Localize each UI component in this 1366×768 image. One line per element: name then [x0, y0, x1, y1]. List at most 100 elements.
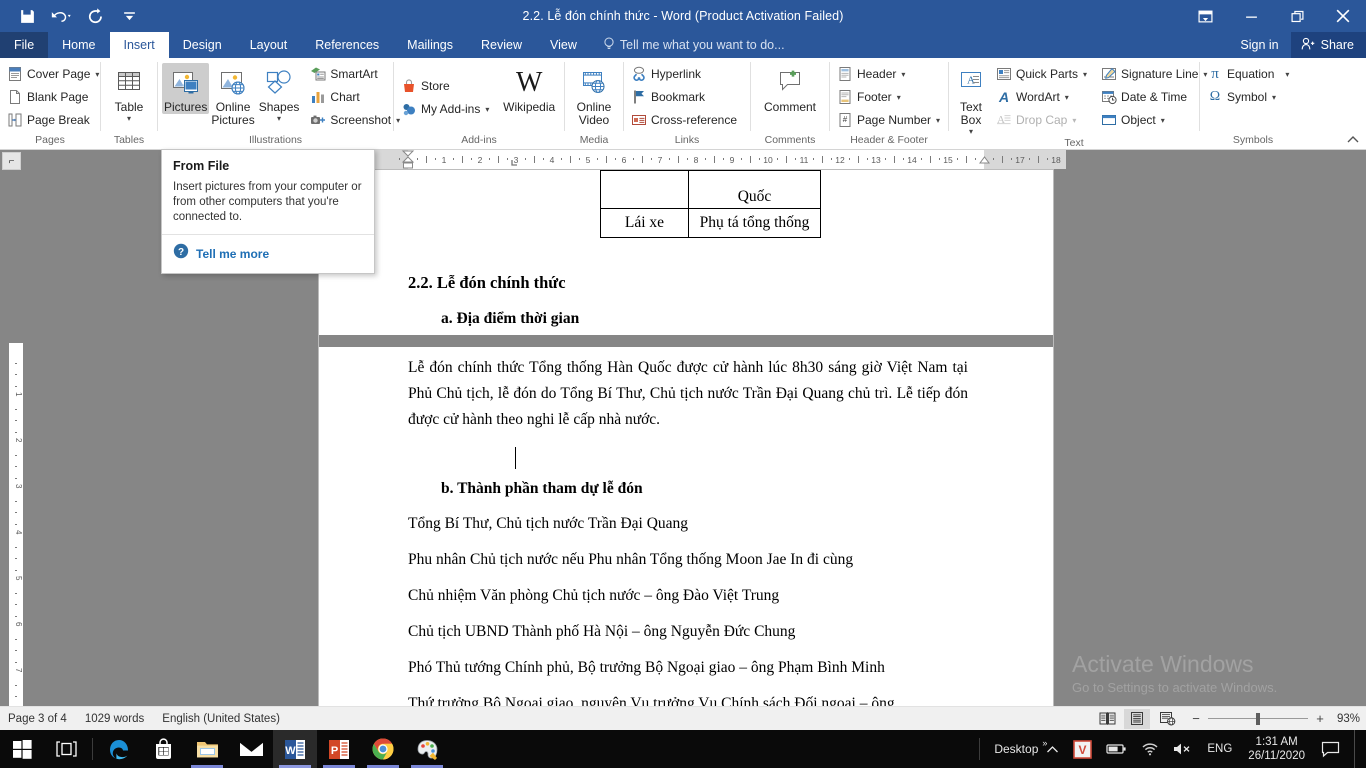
tab-review[interactable]: Review [467, 32, 536, 58]
header-label: Header [857, 67, 897, 81]
print-layout-view-icon[interactable] [1124, 708, 1150, 729]
footer-button[interactable]: Footer ▾ [834, 86, 945, 108]
status-page-indicator[interactable]: Page 3 of 4 [8, 713, 67, 725]
language-indicator[interactable]: ENG [1201, 730, 1238, 768]
my-add-ins-button[interactable]: My Add-ins ▾ [398, 98, 494, 120]
desktop-toolbar-label[interactable]: Desktop » [986, 738, 1047, 756]
online-pictures-button[interactable]: Online Pictures [209, 63, 256, 127]
customize-qat-icon[interactable] [112, 2, 146, 30]
drop-cap-button[interactable]: A Drop Cap ▾ [993, 109, 1092, 131]
chart-button[interactable]: Chart [307, 86, 405, 108]
bookmark-button[interactable]: Bookmark [628, 86, 742, 108]
battery-tray-icon[interactable] [1100, 730, 1133, 768]
tab-references[interactable]: References [301, 32, 393, 58]
cover-page-button[interactable]: Cover Page ▾ [4, 63, 104, 85]
lightbulb-icon [603, 37, 615, 54]
tab-view[interactable]: View [536, 32, 591, 58]
tab-home[interactable]: Home [48, 32, 109, 58]
desktop-overflow-chevron-icon[interactable]: » [1042, 738, 1047, 748]
status-word-count[interactable]: 1029 words [85, 713, 144, 725]
hyperlink-button[interactable]: Hyperlink [628, 63, 742, 85]
wordart-button[interactable]: A WordArt ▾ [993, 86, 1092, 108]
unikey-tray-icon[interactable]: V [1067, 730, 1098, 768]
mail-taskbar-icon[interactable] [229, 730, 273, 768]
sign-in-button[interactable]: Sign in [1228, 32, 1290, 58]
ribbon-display-options-icon[interactable] [1182, 0, 1228, 32]
web-layout-view-icon[interactable] [1154, 709, 1180, 729]
status-language[interactable]: English (United States) [162, 713, 280, 725]
comment-button[interactable]: Comment [757, 63, 823, 114]
zoom-slider[interactable]: − + [1190, 711, 1326, 726]
network-tray-icon[interactable] [1135, 730, 1165, 768]
tab-design[interactable]: Design [169, 32, 236, 58]
task-view-button[interactable] [44, 730, 88, 768]
wikipedia-button[interactable]: W Wikipedia [498, 63, 560, 114]
minimize-icon[interactable] [1228, 0, 1274, 32]
table-cell: Lái xe [600, 208, 689, 238]
online-video-button[interactable]: Online Video [569, 63, 619, 127]
horizontal-ruler[interactable]: 1 2 3 4 5 6 7 8 9 10 11 12 13 14 15 17 18 [372, 150, 1066, 169]
document-table[interactable]: Quốc Lái xe Phụ tá tổng thống [600, 170, 821, 238]
tell-me-search[interactable]: Tell me what you want to do... [591, 32, 797, 58]
zoom-out-button[interactable]: − [1190, 711, 1202, 726]
save-icon[interactable] [10, 2, 44, 30]
store-taskbar-icon[interactable] [141, 730, 185, 768]
store-button[interactable]: Store [398, 75, 494, 97]
close-icon[interactable] [1320, 0, 1366, 32]
cross-reference-button[interactable]: Cross-reference [628, 109, 742, 131]
date-time-button[interactable]: Date & Time [1098, 86, 1212, 108]
volume-muted-tray-icon[interactable] [1167, 730, 1199, 768]
document-page[interactable]: Quốc Lái xe Phụ tá tổng thống 2.2. Lễ đó… [319, 170, 1053, 706]
signature-line-button[interactable]: Signature Line ▾ [1098, 63, 1212, 85]
text-box-button[interactable]: A Text Box ▾ [953, 63, 989, 136]
zoom-in-button[interactable]: + [1314, 711, 1326, 726]
document-list-item: Chủ tịch UBND Thành phố Hà Nội – ông Ngu… [408, 623, 796, 640]
screenshot-button[interactable]: Screenshot ▾ [307, 109, 405, 131]
shapes-button[interactable]: Shapes ▾ [257, 63, 302, 123]
equation-button[interactable]: π Equation ▾ [1204, 63, 1294, 85]
word-taskbar-icon[interactable]: W [273, 730, 317, 768]
tooltip-help-link[interactable]: ? Tell me more [173, 235, 363, 273]
file-explorer-taskbar-icon[interactable] [185, 730, 229, 768]
chrome-taskbar-icon[interactable] [361, 730, 405, 768]
show-hidden-icons-button[interactable] [1040, 730, 1065, 768]
edge-taskbar-icon[interactable] [97, 730, 141, 768]
ribbon-group-add-ins: Store My Add-ins ▾ W Wikipedia Add-ins [394, 58, 564, 149]
online-video-icon [578, 67, 610, 99]
tab-file[interactable]: File [0, 32, 49, 58]
object-button[interactable]: Object ▾ [1098, 109, 1212, 131]
table-icon [113, 67, 145, 99]
zoom-thumb[interactable] [1256, 712, 1260, 725]
restore-icon[interactable] [1274, 0, 1320, 32]
header-button[interactable]: Header ▾ [834, 63, 945, 85]
quick-parts-button[interactable]: Quick Parts ▾ [993, 63, 1092, 85]
smartart-button[interactable]: SmartArt [307, 63, 405, 85]
zoom-track[interactable] [1208, 712, 1308, 725]
paint-3d-taskbar-icon[interactable] [405, 730, 449, 768]
tab-layout[interactable]: Layout [236, 32, 302, 58]
show-desktop-button[interactable] [1354, 730, 1362, 768]
page-break-button[interactable]: Page Break [4, 109, 104, 131]
share-button[interactable]: Share [1290, 32, 1366, 58]
action-center-icon[interactable] [1315, 730, 1346, 768]
table-button[interactable]: Table ▾ [105, 63, 153, 123]
chevron-down-icon: ▾ [901, 69, 906, 79]
tab-insert[interactable]: Insert [109, 32, 169, 58]
read-mode-view-icon[interactable] [1094, 709, 1120, 729]
redo-icon[interactable] [78, 2, 112, 30]
svg-text:W: W [285, 745, 296, 757]
blank-page-button[interactable]: Blank Page [4, 86, 104, 108]
page-boundary [319, 335, 1053, 347]
tab-mailings[interactable]: Mailings [393, 32, 467, 58]
zoom-level-label[interactable]: 93% [1326, 713, 1360, 725]
vertical-ruler[interactable]: 12345678910 [9, 343, 23, 768]
clock[interactable]: 1:31 AM 26/11/2020 [1240, 735, 1313, 763]
undo-icon[interactable] [44, 2, 78, 30]
pictures-button[interactable]: Pictures [162, 63, 210, 114]
start-button[interactable] [0, 730, 44, 768]
collapse-ribbon-icon[interactable] [1344, 131, 1362, 147]
page-number-button[interactable]: # Page Number ▾ [834, 109, 945, 131]
tab-selector-button[interactable]: ⌐ [2, 152, 21, 170]
powerpoint-taskbar-icon[interactable]: P [317, 730, 361, 768]
symbol-button[interactable]: Ω Symbol ▾ [1204, 86, 1294, 108]
